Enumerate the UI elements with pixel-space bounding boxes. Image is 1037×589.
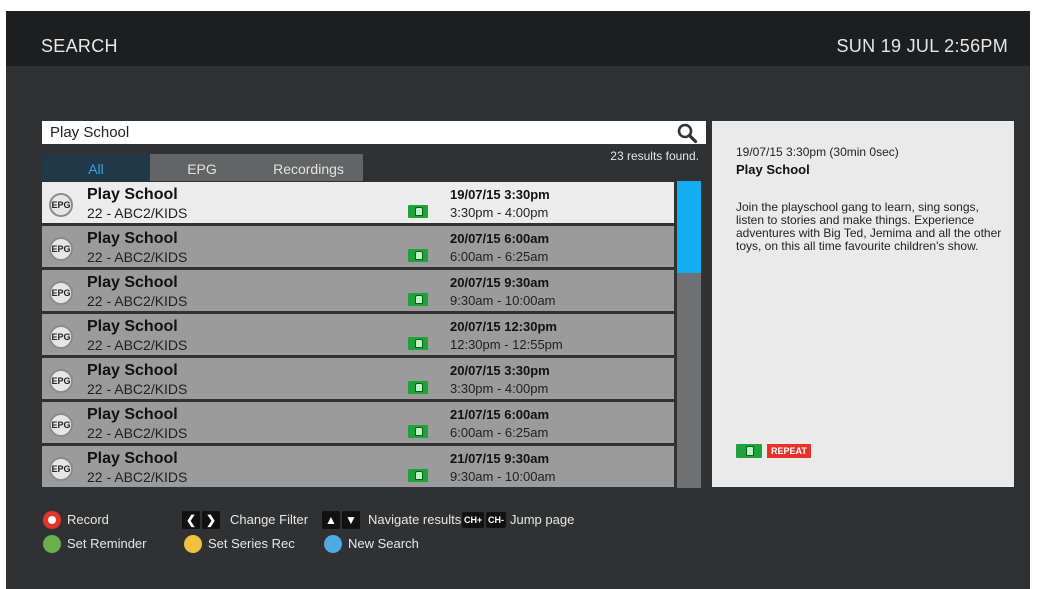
result-channel: 22 - ABC2/KIDS (87, 469, 188, 485)
result-channel: 22 - ABC2/KIDS (87, 293, 188, 309)
rating-badge-icon (408, 293, 428, 306)
result-row[interactable]: EPG Play School 22 - ABC2/KIDS 21/07/15 … (42, 401, 674, 443)
rating-badge-icon (736, 444, 762, 458)
detail-description: Join the playschool gang to learn, sing … (736, 200, 1002, 253)
legend-record-label: Record (67, 512, 109, 527)
search-icon[interactable] (676, 122, 698, 144)
blue-button-icon (324, 535, 342, 553)
chevron-left-icon: ❮ (182, 511, 200, 529)
chevron-up-icon: ▲ (322, 511, 340, 529)
result-row[interactable]: EPG Play School 22 - ABC2/KIDS 20/07/15 … (42, 357, 674, 399)
ch-plus-key: CH+ (462, 512, 485, 528)
result-date: 19/07/15 3:30pm (450, 187, 550, 202)
epg-source-icon: EPG (49, 413, 73, 437)
page-title: SEARCH (41, 36, 118, 56)
tab-epg[interactable]: EPG (150, 154, 254, 181)
clock: SUN 19 JUL 2:56PM (836, 36, 1008, 56)
epg-source-icon: EPG (49, 193, 73, 217)
result-channel: 22 - ABC2/KIDS (87, 205, 188, 221)
green-button-icon (43, 535, 61, 553)
legend-navigate-label: Navigate results (368, 512, 462, 527)
result-row[interactable]: EPG Play School 22 - ABC2/KIDS 19/07/15 … (42, 181, 674, 223)
yellow-button-icon (184, 535, 202, 553)
chevron-down-icon: ▼ (342, 511, 360, 529)
epg-source-icon: EPG (49, 369, 73, 393)
tab-recordings[interactable]: Recordings (254, 154, 363, 181)
tab-all[interactable]: All (42, 154, 150, 181)
rating-badge-icon (408, 469, 428, 482)
result-date: 20/07/15 6:00am (450, 231, 550, 246)
rating-badge-icon (408, 337, 428, 350)
result-channel: 22 - ABC2/KIDS (87, 337, 188, 353)
result-channel: 22 - ABC2/KIDS (87, 425, 188, 441)
result-time: 6:00am - 6:25am (450, 249, 549, 264)
results-list: EPG Play School 22 - ABC2/KIDS 19/07/15 … (42, 181, 674, 488)
result-name: Play School (87, 274, 178, 291)
chevron-right-icon: ❯ (202, 511, 220, 529)
result-time: 3:30pm - 4:00pm (450, 381, 549, 396)
search-query[interactable]: Play School (50, 124, 129, 141)
ch-minus-key: CH- (486, 512, 506, 528)
search-input[interactable]: Play School (42, 121, 706, 144)
result-date: 20/07/15 3:30pm (450, 363, 550, 378)
scrollbar-thumb[interactable] (677, 181, 701, 273)
result-date: 21/07/15 6:00am (450, 407, 550, 422)
result-name: Play School (87, 318, 178, 335)
result-row[interactable]: EPG Play School 22 - ABC2/KIDS 21/07/15 … (42, 445, 674, 487)
rating-badge-icon (408, 381, 428, 394)
epg-source-icon: EPG (49, 325, 73, 349)
result-time: 3:30pm - 4:00pm (450, 205, 549, 220)
epg-source-icon: EPG (49, 237, 73, 261)
epg-source-icon: EPG (49, 457, 73, 481)
red-button-icon (43, 511, 61, 529)
legend-jump-label: Jump page (510, 512, 575, 527)
detail-title: Play School (736, 162, 810, 177)
result-name: Play School (87, 186, 178, 203)
result-channel: 22 - ABC2/KIDS (87, 249, 188, 265)
legend-series-label: Set Series Rec (208, 536, 295, 551)
result-date: 21/07/15 9:30am (450, 451, 550, 466)
result-name: Play School (87, 450, 178, 467)
rating-badge-icon (408, 249, 428, 262)
result-row[interactable]: EPG Play School 22 - ABC2/KIDS 20/07/15 … (42, 225, 674, 267)
result-name: Play School (87, 406, 178, 423)
legend-change-filter-label: Change Filter (230, 512, 309, 527)
result-date: 20/07/15 12:30pm (450, 319, 557, 334)
key-legend: Record Set Reminder ❮ ❯ Change Filter Se… (6, 511, 1030, 571)
search-screen: SEARCH SUN 19 JUL 2:56PM Play School 23 … (6, 11, 1030, 589)
epg-source-icon: EPG (49, 281, 73, 305)
result-time: 6:00am - 6:25am (450, 425, 549, 440)
header-bar: SEARCH SUN 19 JUL 2:56PM (6, 11, 1030, 66)
result-name: Play School (87, 230, 178, 247)
legend-new-search-label: New Search (348, 536, 419, 551)
repeat-badge: REPEAT (767, 444, 811, 458)
result-date: 20/07/15 9:30am (450, 275, 550, 290)
result-time: 9:30am - 10:00am (450, 293, 556, 308)
result-row[interactable]: EPG Play School 22 - ABC2/KIDS 20/07/15 … (42, 269, 674, 311)
result-time: 12:30pm - 12:55pm (450, 337, 563, 352)
result-row[interactable]: EPG Play School 22 - ABC2/KIDS 20/07/15 … (42, 313, 674, 355)
legend-reminder-label: Set Reminder (67, 536, 147, 551)
rating-badge-icon (408, 425, 428, 438)
result-time: 9:30am - 10:00am (450, 469, 556, 484)
results-count: 23 results found. (610, 149, 699, 163)
results-scrollbar[interactable] (677, 181, 701, 488)
rating-badge-icon (408, 205, 428, 218)
detail-panel: 19/07/15 3:30pm (30min 0sec) Play School… (712, 121, 1014, 487)
result-channel: 22 - ABC2/KIDS (87, 381, 188, 397)
result-name: Play School (87, 362, 178, 379)
detail-timestamp: 19/07/15 3:30pm (30min 0sec) (736, 145, 899, 159)
